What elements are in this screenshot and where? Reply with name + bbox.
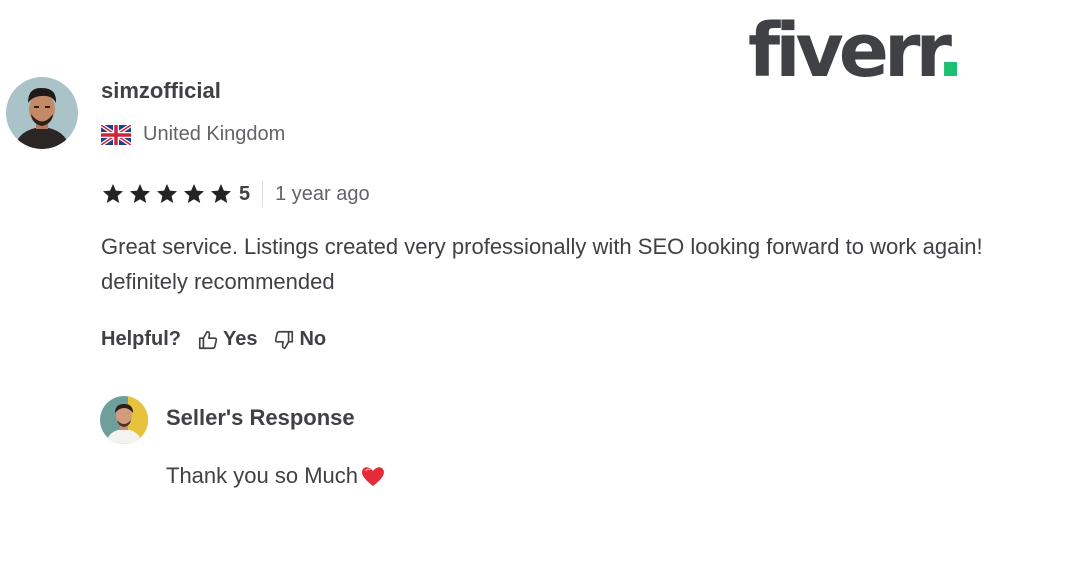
heart-icon — [362, 467, 384, 486]
review-time: 1 year ago — [275, 182, 370, 205]
reviewer-avatar[interactable] — [6, 77, 78, 149]
rating-value: 5 — [239, 182, 251, 205]
thumbs-down-icon — [275, 330, 294, 349]
fiverr-logo: fiverr. — [748, 14, 965, 88]
star-icon — [157, 184, 177, 203]
yes-label: Yes — [223, 328, 258, 350]
no-label: No — [299, 328, 327, 350]
logo-dot: . — [936, 8, 964, 94]
review-text: Great service. Listings created very pro… — [101, 234, 983, 294]
seller-response-title: Seller's Response — [166, 405, 355, 430]
star-rating — [101, 182, 233, 206]
divider — [262, 181, 264, 207]
star-icon — [130, 184, 150, 203]
helpful-row: Helpful? Yes No — [101, 328, 326, 351]
logo-text: fiverr — [748, 8, 941, 94]
star-icon — [184, 184, 204, 203]
seller-reply-text: Thank you so Much — [166, 463, 358, 488]
star-icon — [211, 184, 231, 203]
uk-flag-icon — [101, 124, 131, 145]
reviewer-username[interactable]: simzofficial — [101, 78, 221, 104]
helpful-no-button[interactable]: No — [273, 328, 326, 351]
rating-row: 5 1 year ago — [101, 181, 370, 207]
seller-avatar[interactable] — [100, 396, 148, 444]
helpful-yes-button[interactable]: Yes — [197, 328, 257, 351]
seller-response-text: Thank you so Much — [166, 463, 386, 489]
country-name: United Kingdom — [143, 123, 286, 145]
thumbs-up-icon — [198, 330, 218, 349]
helpful-label: Helpful? — [101, 328, 181, 350]
star-icon — [103, 184, 123, 203]
reviewer-country: United Kingdom — [101, 123, 285, 146]
